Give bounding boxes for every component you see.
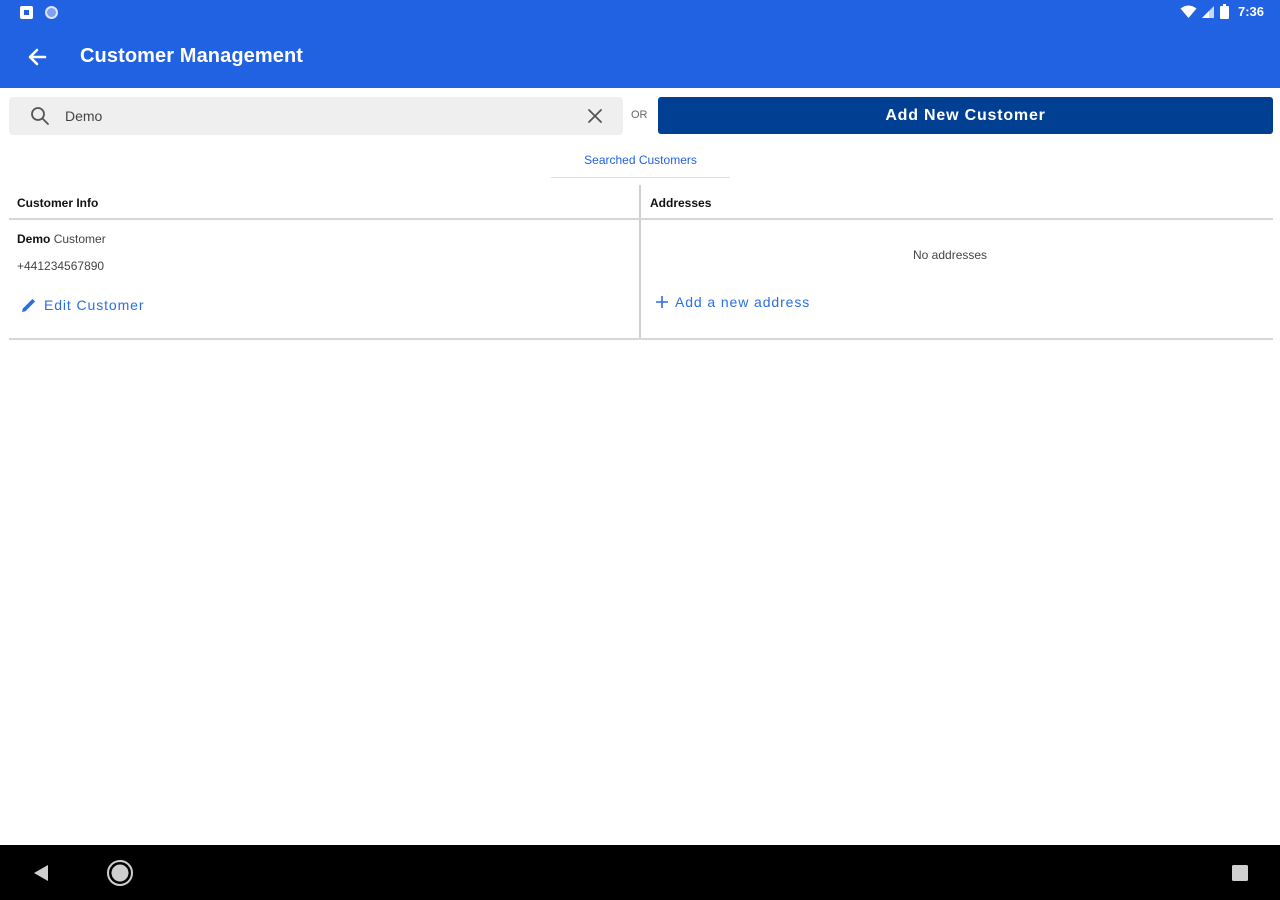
status-right-icons: 7:36 [1180,4,1264,19]
notification-circle-icon [45,6,58,19]
plus-icon [656,296,668,308]
no-addresses-text: No addresses [913,248,988,262]
edit-customer-label: Edit Customer [44,297,145,313]
arrow-left-icon[interactable] [22,42,52,72]
row-divider [9,338,1273,340]
tab-underline [551,177,730,178]
status-bar: 7:36 [0,0,1280,26]
back-triangle-icon[interactable] [30,862,52,884]
notification-square-icon [20,6,33,19]
customer-table: Customer Info Addresses Demo Customer +4… [9,185,1273,340]
search-input[interactable] [65,103,565,129]
magnifier-icon [31,107,49,125]
recents-square-icon[interactable] [1230,863,1250,883]
battery-icon [1219,4,1229,19]
wifi-icon [1180,5,1197,18]
column-divider [639,185,641,340]
system-nav-bar [0,845,1280,900]
header-divider [9,218,1273,220]
status-clock: 7:36 [1237,4,1264,19]
add-address-button[interactable]: Add a new address [655,294,810,310]
add-new-customer-button[interactable]: Add New Customer [658,97,1273,134]
pencil-icon [22,298,36,312]
column-header-customer-info: Customer Info [17,196,99,210]
tab-searched-customers[interactable]: Searched Customers [551,150,730,178]
or-label: OR [631,109,648,121]
customer-last-name: Customer [53,232,106,246]
close-icon[interactable] [584,105,606,127]
status-left-icons [20,6,58,19]
home-circle-icon[interactable] [106,859,134,887]
search-box[interactable] [9,97,623,135]
customer-name: Demo Customer [17,232,106,246]
page-title: Customer Management [80,45,304,67]
tab-label: Searched Customers [584,153,697,167]
signal-icon [1201,5,1214,18]
customer-first-name: Demo [17,232,51,246]
add-address-label: Add a new address [675,294,811,310]
column-header-addresses: Addresses [650,196,712,210]
customer-phone: +441234567890 [17,259,105,273]
edit-customer-button[interactable]: Edit Customer [20,296,144,314]
app-bar: Customer Management [0,26,1280,88]
